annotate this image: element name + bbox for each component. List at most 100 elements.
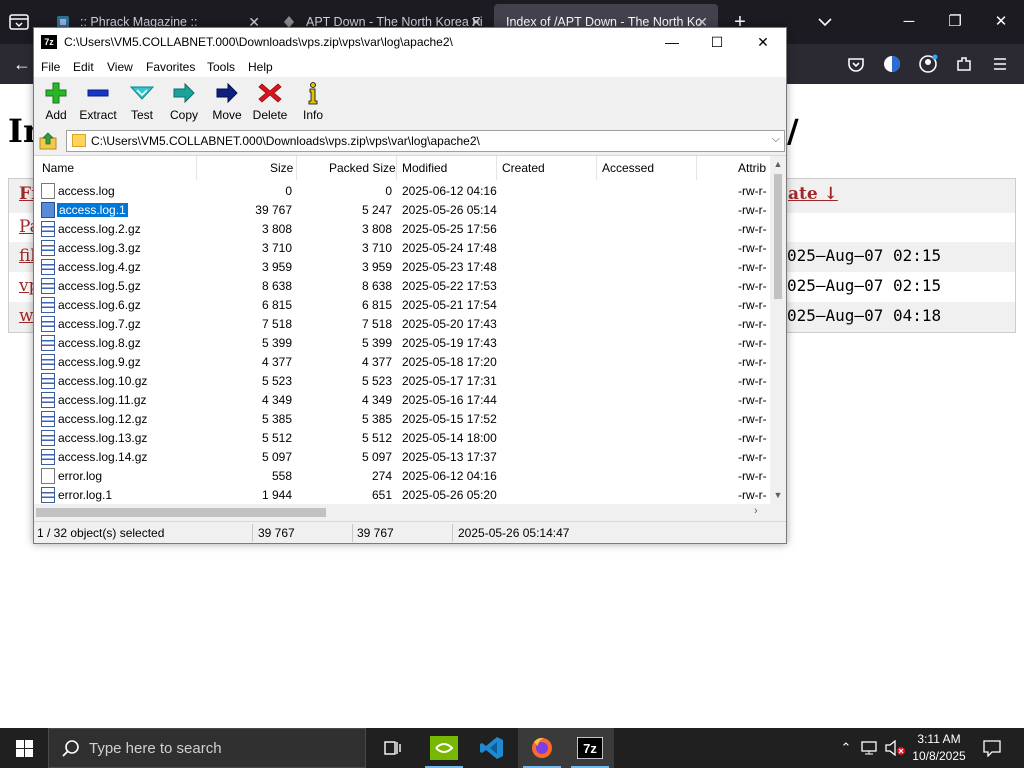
file-attributes: -rw-r- — [738, 469, 767, 483]
file-row[interactable]: error.log 558 274 2025-06-12 04:16 -rw-r- — [34, 467, 770, 486]
start-button[interactable] — [0, 728, 48, 768]
window-restore-button[interactable]: ❐ — [932, 0, 978, 44]
extract-button[interactable]: Extract — [76, 81, 120, 125]
column-header-modified[interactable]: Modified — [402, 161, 447, 175]
account-icon[interactable] — [916, 52, 940, 76]
file-attributes: -rw-r- — [738, 279, 767, 293]
column-divider[interactable] — [196, 156, 197, 180]
dark-mode-extension-icon[interactable] — [880, 52, 904, 76]
chevron-down-icon[interactable]: ⌵ — [772, 133, 780, 146]
add-button[interactable]: Add — [34, 81, 78, 125]
column-header-accessed[interactable]: Accessed — [602, 161, 654, 175]
task-view-button[interactable] — [368, 728, 416, 768]
column-divider[interactable] — [696, 156, 697, 180]
path-combobox[interactable]: C:\Users\VM5.COLLABNET.000\Downloads\vps… — [66, 130, 785, 152]
close-button[interactable]: ✕ — [740, 28, 786, 57]
menu-view[interactable]: View — [107, 60, 133, 74]
file-row[interactable]: access.log.1 39 767 5 247 2025-05-26 05:14 -… — [34, 201, 770, 220]
system-clock[interactable]: 3:11 AM 10/8/2025 — [908, 731, 970, 765]
vertical-scrollbar[interactable]: ▲ ▼ — [770, 156, 786, 504]
file-row[interactable]: access.log.5.gz 8 638 8 638 2025-05-22 17:5… — [34, 277, 770, 296]
minimize-button[interactable]: — — [649, 28, 695, 57]
file-row[interactable]: access.log 0 0 2025-06-12 04:16 -rw-r- — [34, 182, 770, 201]
column-header-attrib[interactable]: Attrib — [738, 161, 766, 175]
column-divider[interactable] — [296, 156, 297, 180]
scroll-right-icon[interactable]: › — [754, 505, 758, 517]
current-path: C:\Users\VM5.COLLABNET.000\Downloads\vps… — [91, 134, 480, 148]
file-row[interactable]: access.log.13.gz 5 512 5 512 2025-05-14 18:… — [34, 429, 770, 448]
menu-icon[interactable] — [988, 52, 1012, 76]
file-row[interactable]: access.log.6.gz 6 815 6 815 2025-05-21 17:5… — [34, 296, 770, 315]
scroll-down-icon[interactable]: ▼ — [770, 490, 786, 500]
file-row[interactable]: access.log.11.gz 4 349 4 349 2025-05-16 17:… — [34, 391, 770, 410]
file-attributes: -rw-r- — [738, 355, 767, 369]
file-row[interactable]: access.log.12.gz 5 385 5 385 2025-05-15 17:… — [34, 410, 770, 429]
toolbar-label: Delete — [252, 108, 288, 122]
menu-help[interactable]: Help — [248, 60, 273, 74]
column-header-packed-size[interactable]: Packed Size — [329, 161, 396, 175]
file-size: 3 808 — [261, 222, 292, 236]
up-folder-icon[interactable] — [37, 131, 59, 151]
column-header-size[interactable]: Size — [270, 161, 293, 175]
7zip-title-bar[interactable]: 7z C:\Users\VM5.COLLABNET.000\Downloads\… — [34, 28, 786, 57]
window-minimize-button[interactable]: ─ — [886, 0, 932, 44]
column-divider[interactable] — [596, 156, 597, 180]
file-size: 7 518 — [261, 317, 292, 331]
file-row[interactable]: access.log.8.gz 5 399 5 399 2025-05-19 17:4… — [34, 334, 770, 353]
column-divider[interactable] — [396, 156, 397, 180]
file-row[interactable]: access.log.14.gz 5 097 5 097 2025-05-13 17:… — [34, 448, 770, 467]
taskbar-app-7zip[interactable]: 7z — [566, 728, 614, 768]
file-row[interactable]: access.log.4.gz 3 959 3 959 2025-05-23 17:4… — [34, 258, 770, 277]
move-button[interactable]: Move — [205, 81, 249, 125]
horizontal-scrollbar[interactable]: › — [34, 504, 770, 521]
file-modified: 2025-05-21 17:54 — [402, 298, 497, 312]
info-button[interactable]: Info — [291, 81, 335, 125]
window-close-button[interactable]: ✕ — [978, 0, 1024, 44]
file-packed-size: 4 349 — [361, 393, 392, 407]
menu-file[interactable]: File — [41, 60, 60, 74]
tab-overview-icon[interactable] — [8, 12, 30, 32]
volume-muted-icon[interactable] — [884, 740, 906, 756]
sort-by-date-link[interactable]: ate ↓ — [788, 184, 838, 204]
taskbar-app-nvidia[interactable] — [420, 728, 468, 768]
taskbar-app-firefox[interactable] — [518, 728, 566, 768]
chevron-down-icon[interactable] — [815, 12, 835, 32]
file-row[interactable]: access.log.7.gz 7 518 7 518 2025-05-20 17:4… — [34, 315, 770, 334]
archive-file-icon — [41, 240, 55, 256]
file-row[interactable]: access.log.9.gz 4 377 4 377 2025-05-18 17:2… — [34, 353, 770, 372]
pocket-icon[interactable] — [844, 52, 868, 76]
scroll-thumb[interactable] — [774, 174, 782, 299]
file-name: access.log.4.gz — [58, 260, 141, 274]
chevron-up-icon[interactable]: ⌃ — [836, 728, 856, 768]
test-button[interactable]: Test — [120, 81, 164, 125]
column-divider[interactable] — [496, 156, 497, 180]
scroll-up-icon[interactable]: ▲ — [770, 159, 786, 169]
toolbar-label: Extract — [79, 108, 117, 122]
folder-icon — [72, 134, 86, 147]
file-row[interactable]: access.log.2.gz 3 808 3 808 2025-05-25 17:5… — [34, 220, 770, 239]
column-header-name[interactable]: Name — [42, 161, 74, 175]
file-row[interactable]: access.log.10.gz 5 523 5 523 2025-05-17 17:… — [34, 372, 770, 391]
back-button[interactable]: ← — [10, 52, 34, 76]
delete-button[interactable]: Delete — [248, 81, 292, 125]
notifications-icon[interactable] — [982, 739, 1002, 757]
file-row[interactable]: access.log.3.gz 3 710 3 710 2025-05-24 17:4… — [34, 239, 770, 258]
maximize-button[interactable]: ☐ — [694, 28, 740, 57]
taskbar-search-box[interactable]: Type here to search — [48, 728, 366, 768]
extensions-icon[interactable] — [952, 52, 976, 76]
file-packed-size: 5 523 — [361, 374, 392, 388]
file-modified: 2025-05-25 17:56 — [402, 222, 497, 236]
file-name: error.log — [58, 469, 103, 483]
menu-edit[interactable]: Edit — [73, 60, 94, 74]
network-icon[interactable] — [860, 740, 880, 756]
menu-favorites[interactable]: Favorites — [146, 60, 195, 74]
file-packed-size: 651 — [371, 488, 392, 502]
file-row[interactable]: error.log.1 1 944 651 2025-05-26 05:20 -rw-r… — [34, 486, 770, 505]
scroll-thumb[interactable] — [36, 508, 326, 517]
file-attributes: -rw-r- — [738, 241, 767, 255]
copy-button[interactable]: Copy — [162, 81, 206, 125]
taskbar-app-vscode[interactable] — [468, 728, 516, 768]
column-header-created[interactable]: Created — [502, 161, 545, 175]
copy-icon — [173, 82, 195, 104]
menu-tools[interactable]: Tools — [207, 60, 235, 74]
